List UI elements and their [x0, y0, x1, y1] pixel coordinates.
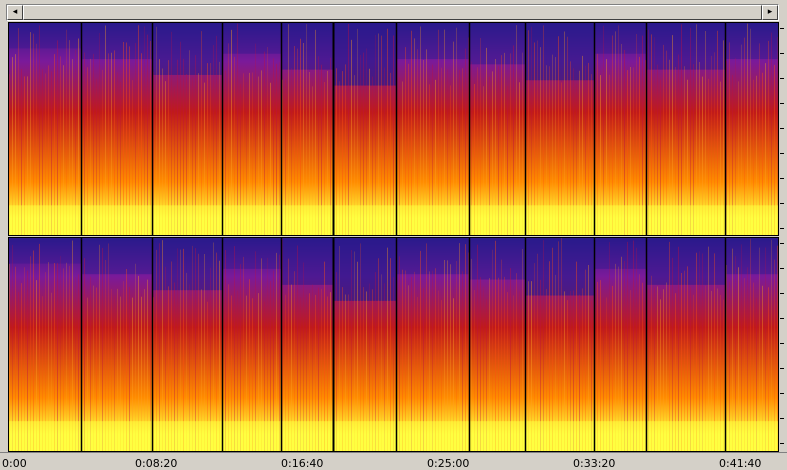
time-label: 0:41:40: [719, 457, 762, 470]
ruler-tick: [780, 203, 784, 204]
ruler-tick: [780, 103, 784, 104]
ruler-tick: [780, 28, 784, 29]
ruler-tick: [780, 393, 784, 394]
ruler-tick: [780, 343, 784, 344]
ruler-tick: [780, 318, 784, 319]
ruler-tick: [780, 243, 784, 244]
scroll-left-button[interactable]: ◂: [7, 5, 23, 20]
frequency-ruler-right: [779, 237, 787, 452]
ruler-tick: [780, 53, 784, 54]
time-label: 0:00: [2, 457, 27, 470]
spectrogram-channel-right[interactable]: [8, 237, 779, 452]
arrow-left-icon: ◂: [12, 7, 18, 17]
time-label: 0:25:00: [427, 457, 470, 470]
ruler-tick: [780, 228, 784, 229]
frequency-ruler-left: [779, 22, 787, 236]
ruler-tick: [780, 268, 784, 269]
time-label: 0:16:40: [281, 457, 324, 470]
time-label: 0:08:20: [135, 457, 178, 470]
ruler-tick: [780, 293, 784, 294]
ruler-tick: [780, 443, 784, 444]
time-axis: 0:00 0:08:20 0:16:40 0:25:00 0:33:20 0:4…: [0, 452, 787, 470]
ruler-tick: [780, 78, 784, 79]
ruler-tick: [780, 178, 784, 179]
ruler-tick: [780, 418, 784, 419]
spectrogram-channel-left[interactable]: [8, 22, 779, 236]
spectrogram-canvas-left: [9, 23, 778, 235]
time-label: 0:33:20: [573, 457, 616, 470]
scroll-right-button[interactable]: ▸: [762, 5, 778, 20]
arrow-right-icon: ▸: [767, 7, 773, 17]
scrollbar-thumb[interactable]: [23, 5, 762, 20]
ruler-tick: [780, 368, 784, 369]
ruler-tick: [780, 128, 784, 129]
horizontal-scrollbar[interactable]: ◂ ▸: [6, 4, 779, 21]
ruler-tick: [780, 153, 784, 154]
spectrogram-canvas-right: [9, 238, 778, 451]
